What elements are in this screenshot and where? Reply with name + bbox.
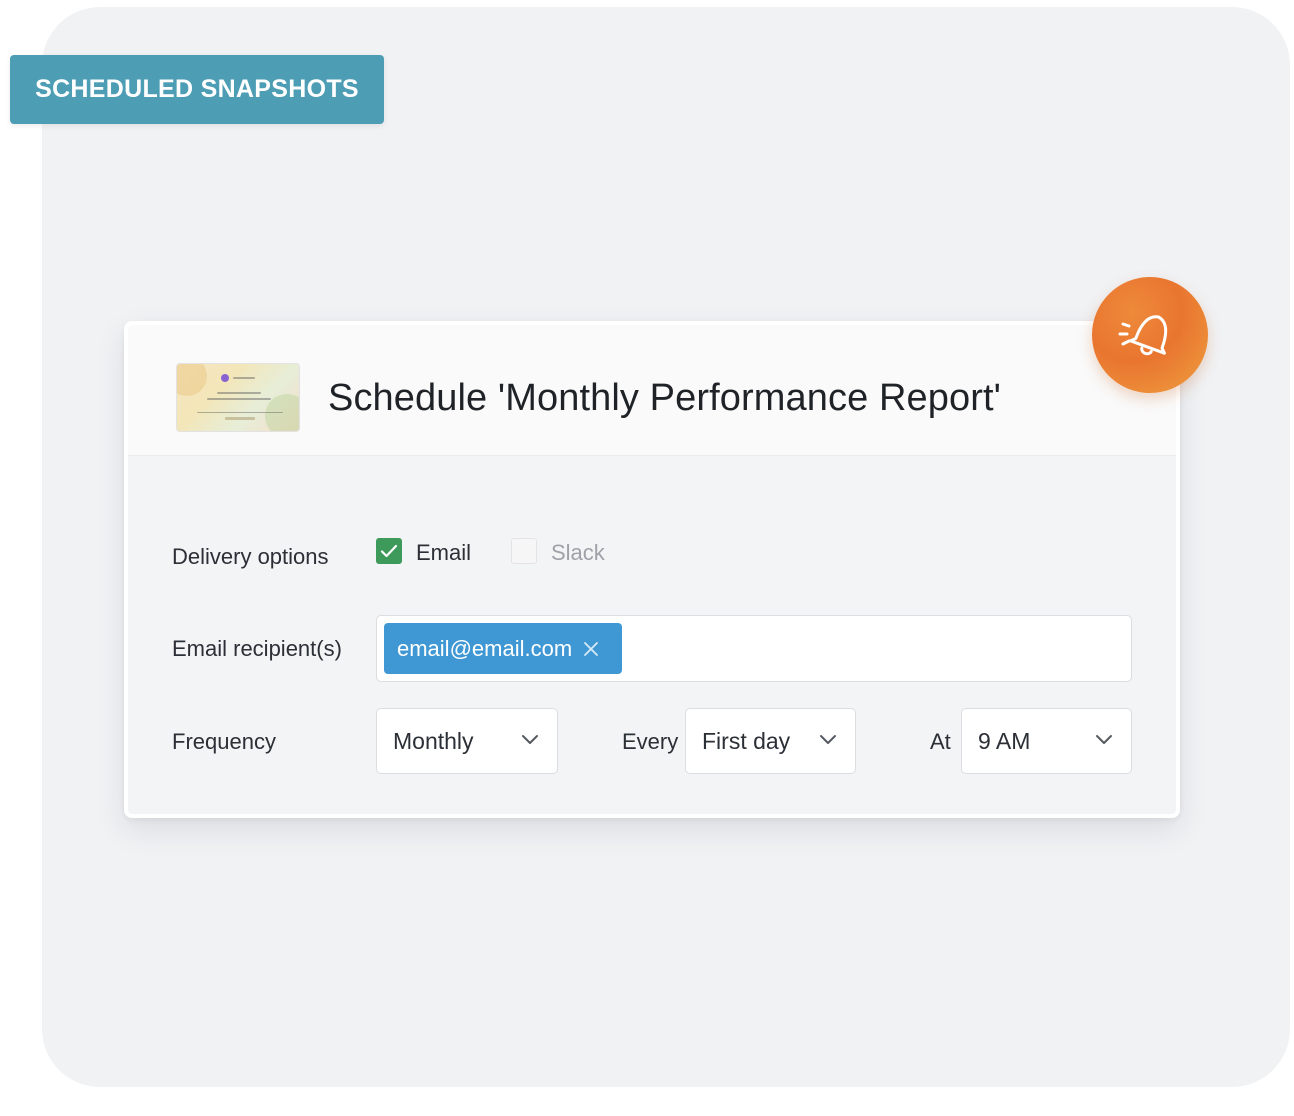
delivery-options-label: Delivery options bbox=[172, 544, 329, 569]
chevron-down-icon bbox=[1095, 733, 1113, 745]
slack-option-label[interactable]: Slack bbox=[551, 540, 605, 566]
schedule-dialog: Schedule 'Monthly Performance Report' De… bbox=[124, 321, 1180, 818]
dialog-header: Schedule 'Monthly Performance Report' bbox=[128, 325, 1176, 456]
chevron-down-icon bbox=[819, 733, 837, 745]
section-badge-label: SCHEDULED SNAPSHOTS bbox=[35, 75, 359, 103]
time-value: 9 AM bbox=[978, 727, 1031, 754]
check-icon bbox=[380, 544, 398, 558]
recipient-chip: email@email.com bbox=[384, 623, 622, 674]
frequency-label: Frequency bbox=[172, 729, 276, 754]
report-thumbnail bbox=[176, 363, 300, 432]
email-option-label[interactable]: Email bbox=[416, 540, 471, 566]
every-select[interactable]: First day bbox=[685, 708, 856, 774]
section-badge: SCHEDULED SNAPSHOTS bbox=[10, 55, 384, 124]
at-label: At bbox=[930, 729, 951, 754]
every-label: Every bbox=[622, 729, 679, 754]
chevron-down-icon bbox=[521, 733, 539, 745]
frequency-select[interactable]: Monthly bbox=[376, 708, 558, 774]
email-recipients-label: Email recipient(s) bbox=[172, 636, 342, 661]
slack-checkbox[interactable] bbox=[511, 538, 537, 564]
frequency-value: Monthly bbox=[393, 727, 474, 754]
every-value: First day bbox=[702, 727, 791, 754]
email-checkbox[interactable] bbox=[376, 538, 402, 564]
time-select[interactable]: 9 AM bbox=[961, 708, 1132, 774]
email-recipients-input[interactable]: email@email.com bbox=[376, 615, 1132, 682]
recipient-chip-label: email@email.com bbox=[397, 635, 573, 661]
close-icon[interactable] bbox=[582, 640, 600, 658]
bell-ringing-icon bbox=[1092, 277, 1208, 393]
dialog-title: Schedule 'Monthly Performance Report' bbox=[328, 377, 1001, 419]
